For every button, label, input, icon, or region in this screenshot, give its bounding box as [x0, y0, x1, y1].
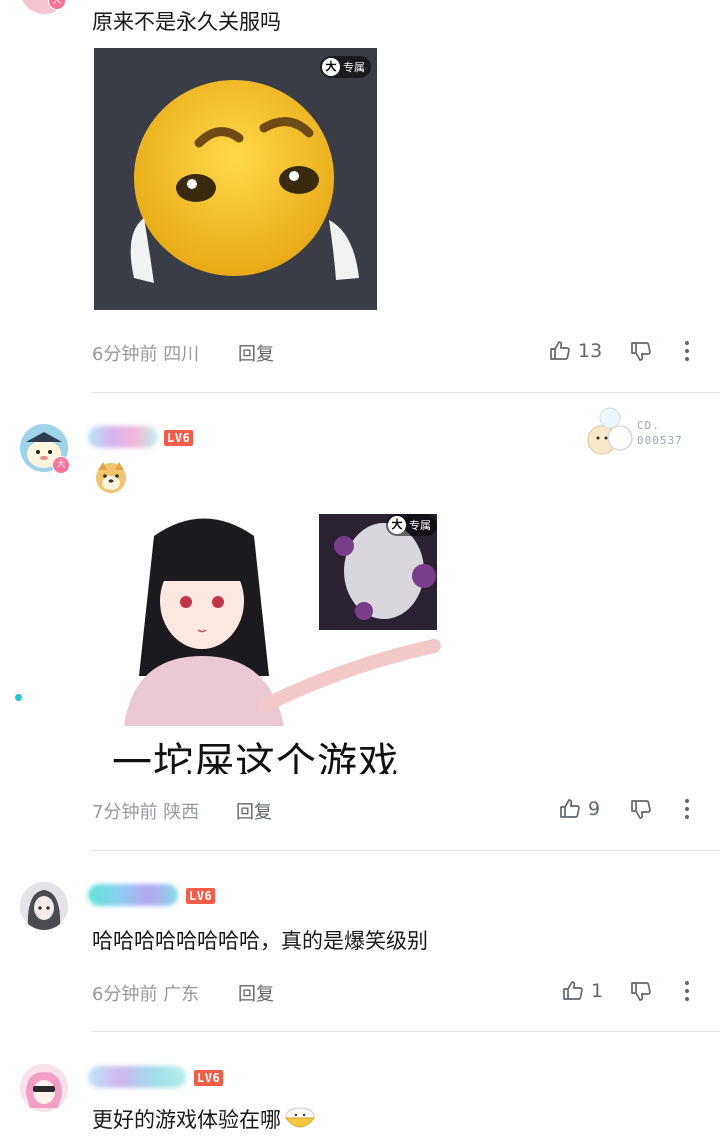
thumb-down-icon: [631, 800, 651, 819]
divider: [92, 392, 720, 393]
comment-time: 7分钟前 陕西: [92, 802, 200, 823]
thumb-up-icon: [550, 341, 570, 360]
reply-button[interactable]: 回复: [238, 980, 274, 1006]
comment-time: 6分钟前 广东: [92, 984, 200, 1005]
thumb-up-icon: [563, 981, 583, 1000]
dislike-button[interactable]: [629, 339, 653, 363]
avatar[interactable]: [20, 1064, 68, 1112]
username[interactable]: [88, 884, 178, 906]
thumb-down-icon: [631, 982, 651, 1001]
like-count: 1: [591, 980, 604, 1002]
level-badge: LV6: [194, 1070, 224, 1086]
exclusive-tag: 大专属: [386, 514, 437, 536]
level-badge: LV6: [164, 430, 194, 446]
thumb-up-icon: [560, 799, 580, 818]
doge-emoji: [94, 460, 128, 498]
divider: [92, 850, 720, 851]
username[interactable]: [88, 426, 158, 448]
username[interactable]: [88, 1066, 186, 1088]
thumb-down-icon: [631, 342, 651, 361]
meme-image[interactable]: 大专属 一坨屎这个游戏: [94, 506, 444, 774]
avatar-image: [20, 1064, 68, 1112]
level-badge: LV6: [186, 888, 216, 904]
comment-text: 哈哈哈哈哈哈哈哈，真的是爆笑级别: [92, 929, 428, 953]
fan-badge-image: [587, 407, 633, 455]
divider: [92, 1031, 720, 1032]
dislike-button[interactable]: [629, 979, 653, 1003]
sticker-emoji-image: [130, 80, 359, 283]
meme-caption: 一坨屎这个游戏: [112, 740, 399, 774]
scroll-indicator: [15, 694, 22, 701]
fan-badge-label: CD.: [637, 419, 660, 432]
like-button[interactable]: 13: [548, 339, 602, 363]
vip-badge: 大: [52, 456, 70, 474]
meme-illustration: [124, 514, 441, 726]
more-icon[interactable]: [682, 341, 692, 361]
more-icon[interactable]: [682, 799, 692, 819]
reply-button[interactable]: 回复: [238, 340, 274, 366]
like-button[interactable]: 1: [561, 979, 603, 1003]
doge-icon: [96, 462, 126, 493]
like-count: 13: [578, 340, 603, 362]
like-count: 9: [588, 798, 601, 820]
fan-badge-number: 000537: [637, 434, 683, 447]
more-icon[interactable]: [682, 981, 692, 1001]
comment-time: 6分钟前 四川: [92, 344, 200, 365]
comment-text: 原来不是永久关服吗: [92, 10, 281, 34]
fan-badge[interactable]: CD. 000537: [580, 404, 700, 460]
avatar-image: [20, 882, 68, 930]
dislike-button[interactable]: [629, 797, 653, 821]
rice-bowl-emoji-icon: [284, 1107, 316, 1128]
like-button[interactable]: 9: [558, 797, 600, 821]
exclusive-tag: 大专属: [320, 56, 371, 78]
reply-button[interactable]: 回复: [236, 798, 272, 824]
comment-text: 更好的游戏体验在哪: [92, 1104, 317, 1134]
avatar[interactable]: [20, 882, 68, 930]
comment-sticker[interactable]: 大专属: [94, 48, 377, 310]
